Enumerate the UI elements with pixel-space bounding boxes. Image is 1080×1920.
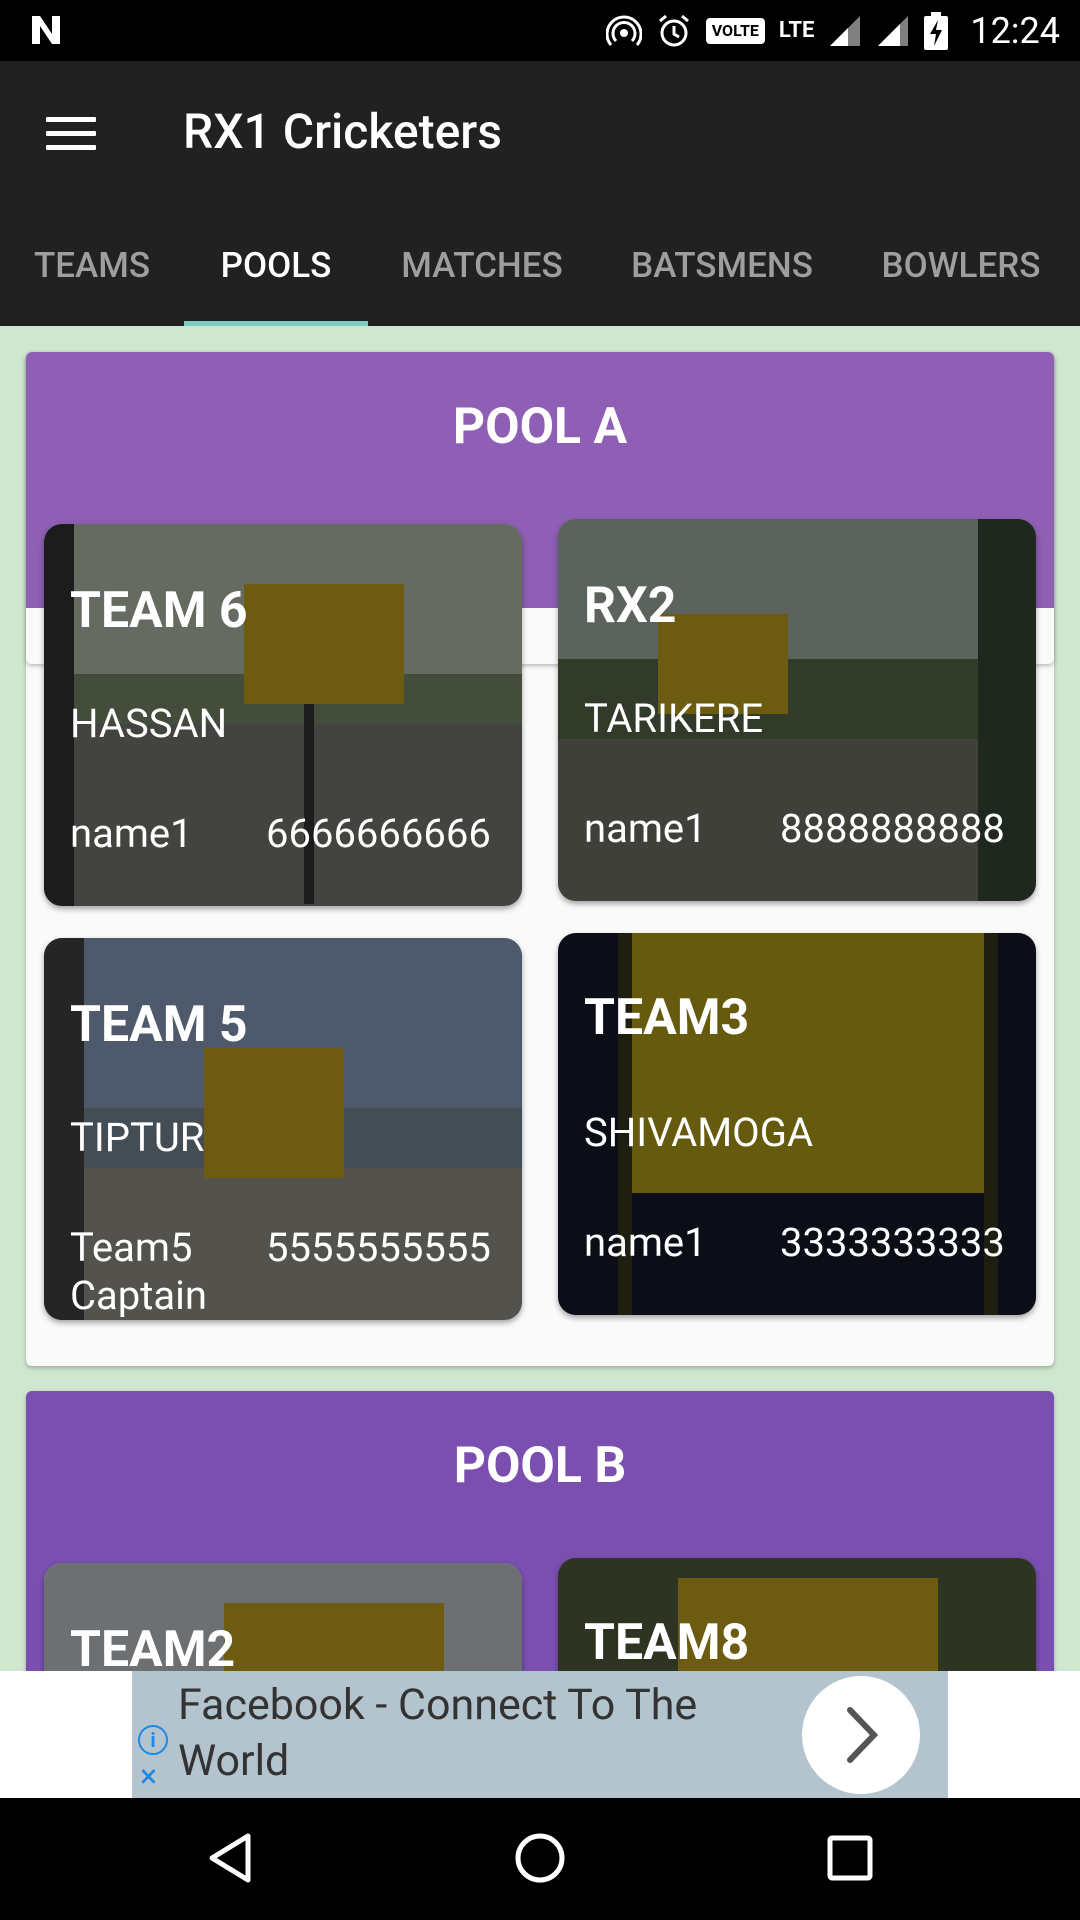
team-card[interactable]: TEAM8 <box>558 1558 1036 1671</box>
team-name: TEAM 6 <box>70 582 248 640</box>
team-city: TIPTUR <box>70 1114 205 1161</box>
tab-batsmens[interactable]: BATSMENS <box>596 205 848 326</box>
hotspot-icon <box>605 15 642 46</box>
team-card[interactable]: RX2 TARIKERE name1 8888888888 <box>558 519 1036 901</box>
tab-teams[interactable]: TEAMS <box>0 205 184 326</box>
app-title: RX1 Cricketers <box>183 103 502 160</box>
pool-title: POOL B <box>453 1437 627 1495</box>
pools-list[interactable]: POOL A TEAM 6 HASSAN name1 6666666666 RX… <box>0 326 1080 1671</box>
signal-icon-2 <box>878 15 909 46</box>
ad-text[interactable]: Facebook - Connect To The World <box>178 1677 768 1789</box>
team-card[interactable]: TEAM3 SHIVAMOGA name1 3333333333 <box>558 933 1036 1315</box>
back-icon[interactable] <box>200 1828 260 1888</box>
home-icon[interactable] <box>510 1828 570 1888</box>
team-card[interactable]: TEAM 6 HASSAN name1 6666666666 <box>44 524 522 906</box>
team-name: TEAM3 <box>584 989 750 1047</box>
status-icons: VOLTE LTE 12:24 <box>605 0 1060 61</box>
team-card[interactable]: TEAM2 <box>44 1563 522 1671</box>
team-name: TEAM 5 <box>70 996 248 1054</box>
lte-indicator: LTE <box>778 17 815 43</box>
team-captain: Team5 Captain <box>70 1224 207 1319</box>
chevron-right-icon <box>847 1707 879 1763</box>
ad-open-button[interactable] <box>802 1676 920 1794</box>
team-phone: 6666666666 <box>266 810 491 857</box>
team-name: TEAM2 <box>70 1621 236 1671</box>
info-icon[interactable]: i <box>138 1725 168 1755</box>
pool-title: POOL A <box>452 398 628 456</box>
tab-pools[interactable]: POOLS <box>184 205 368 326</box>
team-captain: name1 <box>70 810 193 857</box>
team-phone: 5555555555 <box>266 1224 491 1271</box>
alarm-icon <box>658 14 689 46</box>
recents-icon[interactable] <box>820 1828 880 1888</box>
team-name: RX2 <box>584 577 677 635</box>
battery-charging-icon <box>924 11 949 50</box>
team-captain: name1 <box>584 1219 707 1266</box>
team-phone: 8888888888 <box>780 805 1005 852</box>
team-captain: name1 <box>584 805 707 852</box>
status-bar: VOLTE LTE 12:24 <box>0 0 1080 61</box>
notification-n-icon <box>32 16 60 44</box>
close-icon[interactable]: × <box>140 1759 157 1793</box>
system-nav-bar <box>0 1798 1080 1920</box>
ad-content[interactable]: i × Facebook - Connect To The World <box>132 1671 948 1798</box>
team-phone: 3333333333 <box>780 1219 1005 1266</box>
team-card[interactable]: TEAM 5 TIPTUR Team5 Captain 5555555555 <box>44 938 522 1320</box>
signal-icon <box>830 15 861 46</box>
tab-matches[interactable]: MATCHES <box>368 205 596 326</box>
ad-banner[interactable]: i × Facebook - Connect To The World <box>0 1671 1080 1798</box>
volte-badge: VOLTE <box>705 17 765 44</box>
tab-bowlers[interactable]: BOWLERS <box>848 205 1074 326</box>
tab-bar: TEAMS POOLS MATCHES BATSMENS BOWLERS <box>0 205 1080 326</box>
team-name: TEAM8 <box>584 1614 750 1671</box>
menu-icon[interactable] <box>46 117 96 151</box>
team-city: TARIKERE <box>584 695 764 742</box>
team-city: SHIVAMOGA <box>584 1109 814 1156</box>
team-city: HASSAN <box>70 700 228 747</box>
app-bar: RX1 Cricketers <box>0 61 1080 205</box>
clock: 12:24 <box>970 9 1060 52</box>
